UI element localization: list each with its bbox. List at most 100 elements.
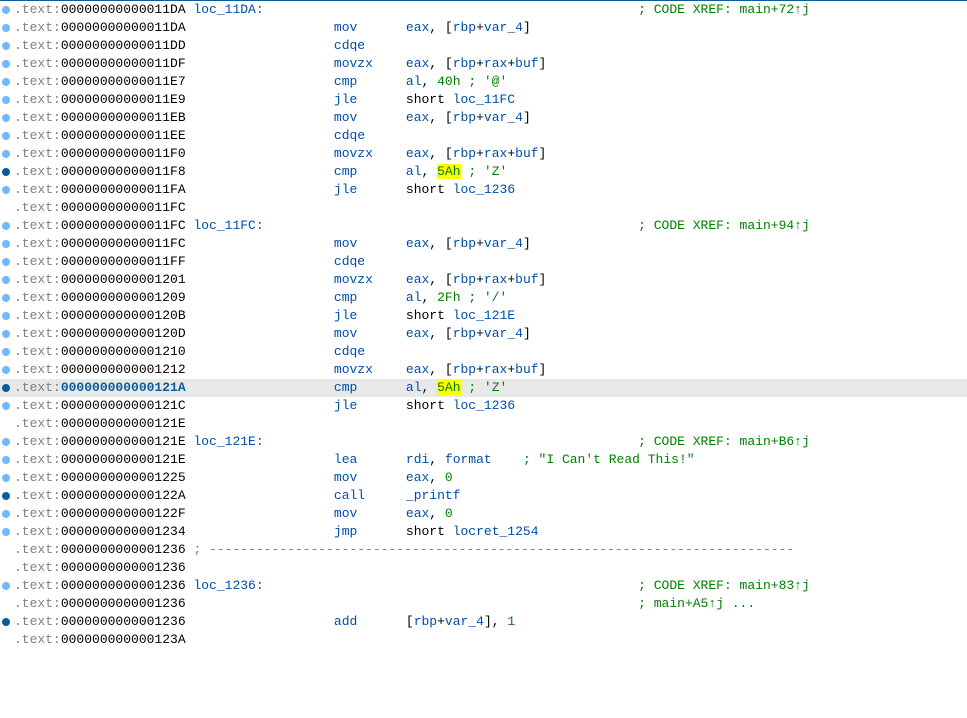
breakpoint-dot[interactable] <box>2 96 10 104</box>
breakpoint-dot[interactable] <box>2 222 10 230</box>
disasm-line[interactable]: .text:000000000000121E loc_121E: ; CODE … <box>0 433 967 451</box>
breakpoint-dot[interactable] <box>2 258 10 266</box>
breakpoint-dot[interactable] <box>2 78 10 86</box>
comment: ; 'Z' <box>468 380 507 395</box>
disasm-line[interactable]: .text:00000000000011EB moveax, [rbp+var_… <box>0 109 967 127</box>
disasm-line[interactable]: .text:0000000000001236 add[rbp+var_4], 1 <box>0 613 967 631</box>
code-label: loc_11FC: <box>193 218 263 233</box>
breakpoint-dot[interactable] <box>2 528 10 536</box>
address: 00000000000011DA <box>61 2 186 17</box>
disasm-line[interactable]: .text:000000000000123A <box>0 631 967 649</box>
breakpoint-dot[interactable] <box>2 60 10 68</box>
constant: 40h <box>437 74 460 89</box>
disasm-line[interactable]: .text:00000000000011E7 cmpal, 40h ; '@' <box>0 73 967 91</box>
breakpoint-dot[interactable] <box>2 510 10 518</box>
disasm-line[interactable]: .text:0000000000001234 jmpshort locret_1… <box>0 523 967 541</box>
disasm-line[interactable]: .text:00000000000011EE cdqe <box>0 127 967 145</box>
disasm-line[interactable]: .text:000000000000122F moveax, 0 <box>0 505 967 523</box>
breakpoint-dot[interactable] <box>2 402 10 410</box>
disasm-line[interactable]: .text:00000000000011FA jleshort loc_1236 <box>0 181 967 199</box>
disasm-line[interactable]: .text:0000000000001209 cmpal, 2Fh ; '/' <box>0 289 967 307</box>
breakpoint-dot[interactable] <box>2 186 10 194</box>
disasm-line[interactable]: .text:000000000000120B jleshort loc_121E <box>0 307 967 325</box>
section-prefix: .text: <box>14 290 61 305</box>
code-label: loc_11DA: <box>193 2 263 17</box>
address: 000000000000121C <box>61 398 186 413</box>
mnemonic: movzx <box>334 361 406 379</box>
breakpoint-dot[interactable] <box>2 474 10 482</box>
breakpoint-dot[interactable] <box>2 456 10 464</box>
breakpoint-dot[interactable] <box>2 6 10 14</box>
disasm-line[interactable]: .text:00000000000011FF cdqe <box>0 253 967 271</box>
breakpoint-dot[interactable] <box>2 114 10 122</box>
operand-text: + <box>476 362 484 377</box>
xref-comment: ; main+A5↑j ... <box>638 596 755 611</box>
section-prefix: .text: <box>14 254 61 269</box>
disasm-line[interactable]: .text:00000000000011FC loc_11FC: ; CODE … <box>0 217 967 235</box>
disasm-line[interactable]: .text:0000000000001201 movzxeax, [rbp+ra… <box>0 271 967 289</box>
disasm-line[interactable]: .text:0000000000001212 movzxeax, [rbp+ra… <box>0 361 967 379</box>
breakpoint-dot[interactable] <box>2 384 10 392</box>
mnemonic: cdqe <box>334 343 406 361</box>
disasm-line[interactable]: .text:000000000000121E leardi, format ; … <box>0 451 967 469</box>
breakpoint-dot[interactable] <box>2 240 10 248</box>
disasm-line[interactable]: .text:00000000000011FC moveax, [rbp+var_… <box>0 235 967 253</box>
disasm-line[interactable]: .text:0000000000001210 cdqe <box>0 343 967 361</box>
section-prefix: .text: <box>14 146 61 161</box>
breakpoint-dot[interactable] <box>2 168 10 176</box>
breakpoint-dot[interactable] <box>2 150 10 158</box>
disasm-line[interactable]: .text:000000000000121A cmpal, 5Ah ; 'Z' <box>0 379 967 397</box>
mnemonic: jmp <box>334 523 406 541</box>
breakpoint-dot[interactable] <box>2 24 10 32</box>
section-prefix: .text: <box>14 470 61 485</box>
disasm-line[interactable]: .text:0000000000001236 ; ---------------… <box>0 541 967 559</box>
mnemonic: jle <box>334 307 406 325</box>
operand-text: + <box>476 20 484 35</box>
operand-text: + <box>476 110 484 125</box>
breakpoint-dot[interactable] <box>2 42 10 50</box>
disasm-line[interactable]: .text:00000000000011E9 jleshort loc_11FC <box>0 91 967 109</box>
disasm-line[interactable]: .text:00000000000011DD cdqe <box>0 37 967 55</box>
operand-text: + <box>476 146 484 161</box>
disasm-line[interactable]: .text:000000000000120D moveax, [rbp+var_… <box>0 325 967 343</box>
breakpoint-dot[interactable] <box>2 618 10 626</box>
disasm-line[interactable]: .text:0000000000001236 <box>0 559 967 577</box>
address: 0000000000001236 <box>61 596 186 611</box>
breakpoint-dot[interactable] <box>2 582 10 590</box>
mnemonic: call <box>334 487 406 505</box>
disasm-line[interactable]: .text:000000000000121C jleshort loc_1236 <box>0 397 967 415</box>
breakpoint-dot[interactable] <box>2 438 10 446</box>
mnemonic: mov <box>334 109 406 127</box>
identifier: _printf <box>406 488 461 503</box>
separator-line: ; --------------------------------------… <box>193 542 794 557</box>
breakpoint-dot[interactable] <box>2 330 10 338</box>
disasm-line[interactable]: .text:0000000000001236 loc_1236: ; CODE … <box>0 577 967 595</box>
register: al <box>406 74 422 89</box>
address: 0000000000001234 <box>61 524 186 539</box>
register: rbp <box>453 146 476 161</box>
disasm-line[interactable]: .text:00000000000011F0 movzxeax, [rbp+ra… <box>0 145 967 163</box>
disasm-line[interactable]: .text:00000000000011FC <box>0 199 967 217</box>
breakpoint-dot[interactable] <box>2 312 10 320</box>
register: al <box>406 290 422 305</box>
disasm-line[interactable]: .text:00000000000011DF movzxeax, [rbp+ra… <box>0 55 967 73</box>
breakpoint-dot[interactable] <box>2 276 10 284</box>
disasm-line[interactable]: .text:000000000000122A call_printf <box>0 487 967 505</box>
address: 000000000000121A <box>61 380 186 395</box>
identifier: buf <box>515 146 538 161</box>
breakpoint-dot[interactable] <box>2 294 10 302</box>
disasm-line[interactable]: .text:00000000000011DA loc_11DA: ; CODE … <box>0 1 967 19</box>
disasm-line[interactable]: .text:0000000000001225 moveax, 0 <box>0 469 967 487</box>
disasm-line[interactable]: .text:00000000000011DA moveax, [rbp+var_… <box>0 19 967 37</box>
breakpoint-dot[interactable] <box>2 366 10 374</box>
disasm-line[interactable]: .text:00000000000011F8 cmpal, 5Ah ; 'Z' <box>0 163 967 181</box>
breakpoint-dot[interactable] <box>2 492 10 500</box>
disassembly-view[interactable]: .text:00000000000011DA loc_11DA: ; CODE … <box>0 0 967 718</box>
breakpoint-dot[interactable] <box>2 132 10 140</box>
mnemonic: jle <box>334 181 406 199</box>
disasm-line[interactable]: .text:000000000000121E <box>0 415 967 433</box>
breakpoint-dot[interactable] <box>2 348 10 356</box>
mnemonic: movzx <box>334 271 406 289</box>
address: 000000000000120B <box>61 308 186 323</box>
disasm-line[interactable]: .text:0000000000001236 ; main+A5↑j ... <box>0 595 967 613</box>
